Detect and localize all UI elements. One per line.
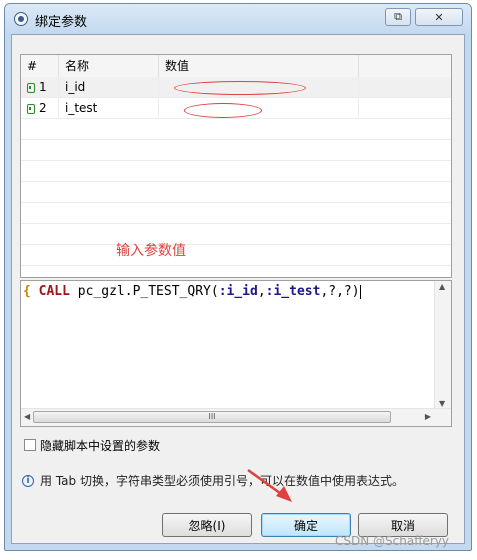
hide-params-label[interactable]: 隐藏脚本中设置的参数 — [40, 437, 160, 454]
annotation-hint: 输入参数值 — [116, 243, 186, 259]
parameter-icon — [27, 82, 35, 93]
hide-params-checkbox[interactable] — [24, 439, 36, 451]
scroll-up-icon[interactable]: ▲ — [439, 282, 445, 291]
annotation-ellipse — [174, 81, 306, 95]
ignore-button[interactable]: 忽略(I) — [162, 513, 252, 537]
hide-params-option[interactable]: 隐藏脚本中设置的参数 — [24, 437, 160, 453]
empty-row — [21, 140, 451, 161]
sql-code[interactable]: { CALL pc_gzl.P_TEST_QRY(:i_id,:i_test,?… — [23, 284, 361, 299]
param-name-cell: i_test — [59, 98, 159, 119]
empty-row — [21, 161, 451, 182]
annotation-ellipse — [184, 103, 262, 118]
param-name-cell: i_id — [59, 77, 159, 98]
close-icon: ✕ — [434, 10, 444, 24]
info-text: 用 Tab 切换，字符串类型必须使用引号，可以在数值中使用表达式。 — [40, 474, 404, 488]
code-tail: ,?,?) — [320, 284, 360, 299]
title-bar[interactable]: 绑定参数 ⧉ ✕ — [5, 4, 471, 34]
scroll-left-icon[interactable]: ◀ — [24, 412, 30, 421]
horizontal-scrollbar[interactable]: ◀ III ▶ — [21, 408, 451, 426]
scroll-right-icon[interactable]: ▶ — [425, 412, 431, 421]
params-grid[interactable]: # 名称 数值 1 i_id 2 i_test 输入参数值 — [20, 54, 452, 278]
restore-button[interactable]: ⧉ — [385, 8, 411, 26]
sql-editor[interactable]: { CALL pc_gzl.P_TEST_QRY(:i_id,:i_test,?… — [20, 280, 452, 427]
empty-row — [21, 182, 451, 203]
horizontal-scroll-thumb[interactable]: III — [33, 411, 391, 423]
text-cursor — [359, 284, 361, 299]
column-header-index[interactable]: # — [21, 55, 59, 77]
window-title: 绑定参数 — [35, 15, 88, 30]
column-header-name[interactable]: 名称 — [59, 55, 159, 77]
restore-icon: ⧉ — [394, 10, 402, 23]
code-proc: pc_gzl.P_TEST_QRY( — [69, 284, 219, 299]
code-keyword: CALL — [38, 284, 70, 299]
grid-header: # 名称 数值 — [21, 55, 451, 78]
code-comma: , — [257, 284, 266, 299]
code-brace: { — [23, 284, 31, 299]
empty-row — [21, 224, 451, 245]
info-message: i 用 Tab 切换，字符串类型必须使用引号，可以在数值中使用表达式。 — [22, 472, 404, 489]
row-index: 1 — [39, 80, 47, 94]
empty-row — [21, 203, 451, 224]
empty-row — [21, 245, 451, 266]
column-header-value[interactable]: 数值 — [159, 55, 359, 77]
app-icon — [14, 12, 28, 26]
bind-params-dialog: 绑定参数 ⧉ ✕ # 名称 数值 1 i_id 2 i_test 输入参数值 {… — [4, 3, 472, 551]
dialog-body: # 名称 数值 1 i_id 2 i_test 输入参数值 {CALL pc_… — [11, 34, 465, 544]
row-index-cell: 2 — [21, 98, 59, 119]
close-button[interactable]: ✕ — [415, 8, 463, 26]
row-index: 2 — [39, 101, 47, 115]
parameter-icon — [27, 103, 35, 114]
code-param-id: :i_id — [218, 284, 258, 299]
code-param-test: :i_test — [265, 284, 321, 299]
watermark: CSDN @Schafferyy — [335, 534, 449, 548]
row-index-cell: 1 — [21, 77, 59, 98]
scroll-down-icon[interactable]: ▼ — [439, 399, 445, 408]
info-icon: i — [22, 474, 34, 487]
vertical-scrollbar[interactable]: ▲ ▼ — [434, 281, 451, 409]
empty-row — [21, 119, 451, 140]
